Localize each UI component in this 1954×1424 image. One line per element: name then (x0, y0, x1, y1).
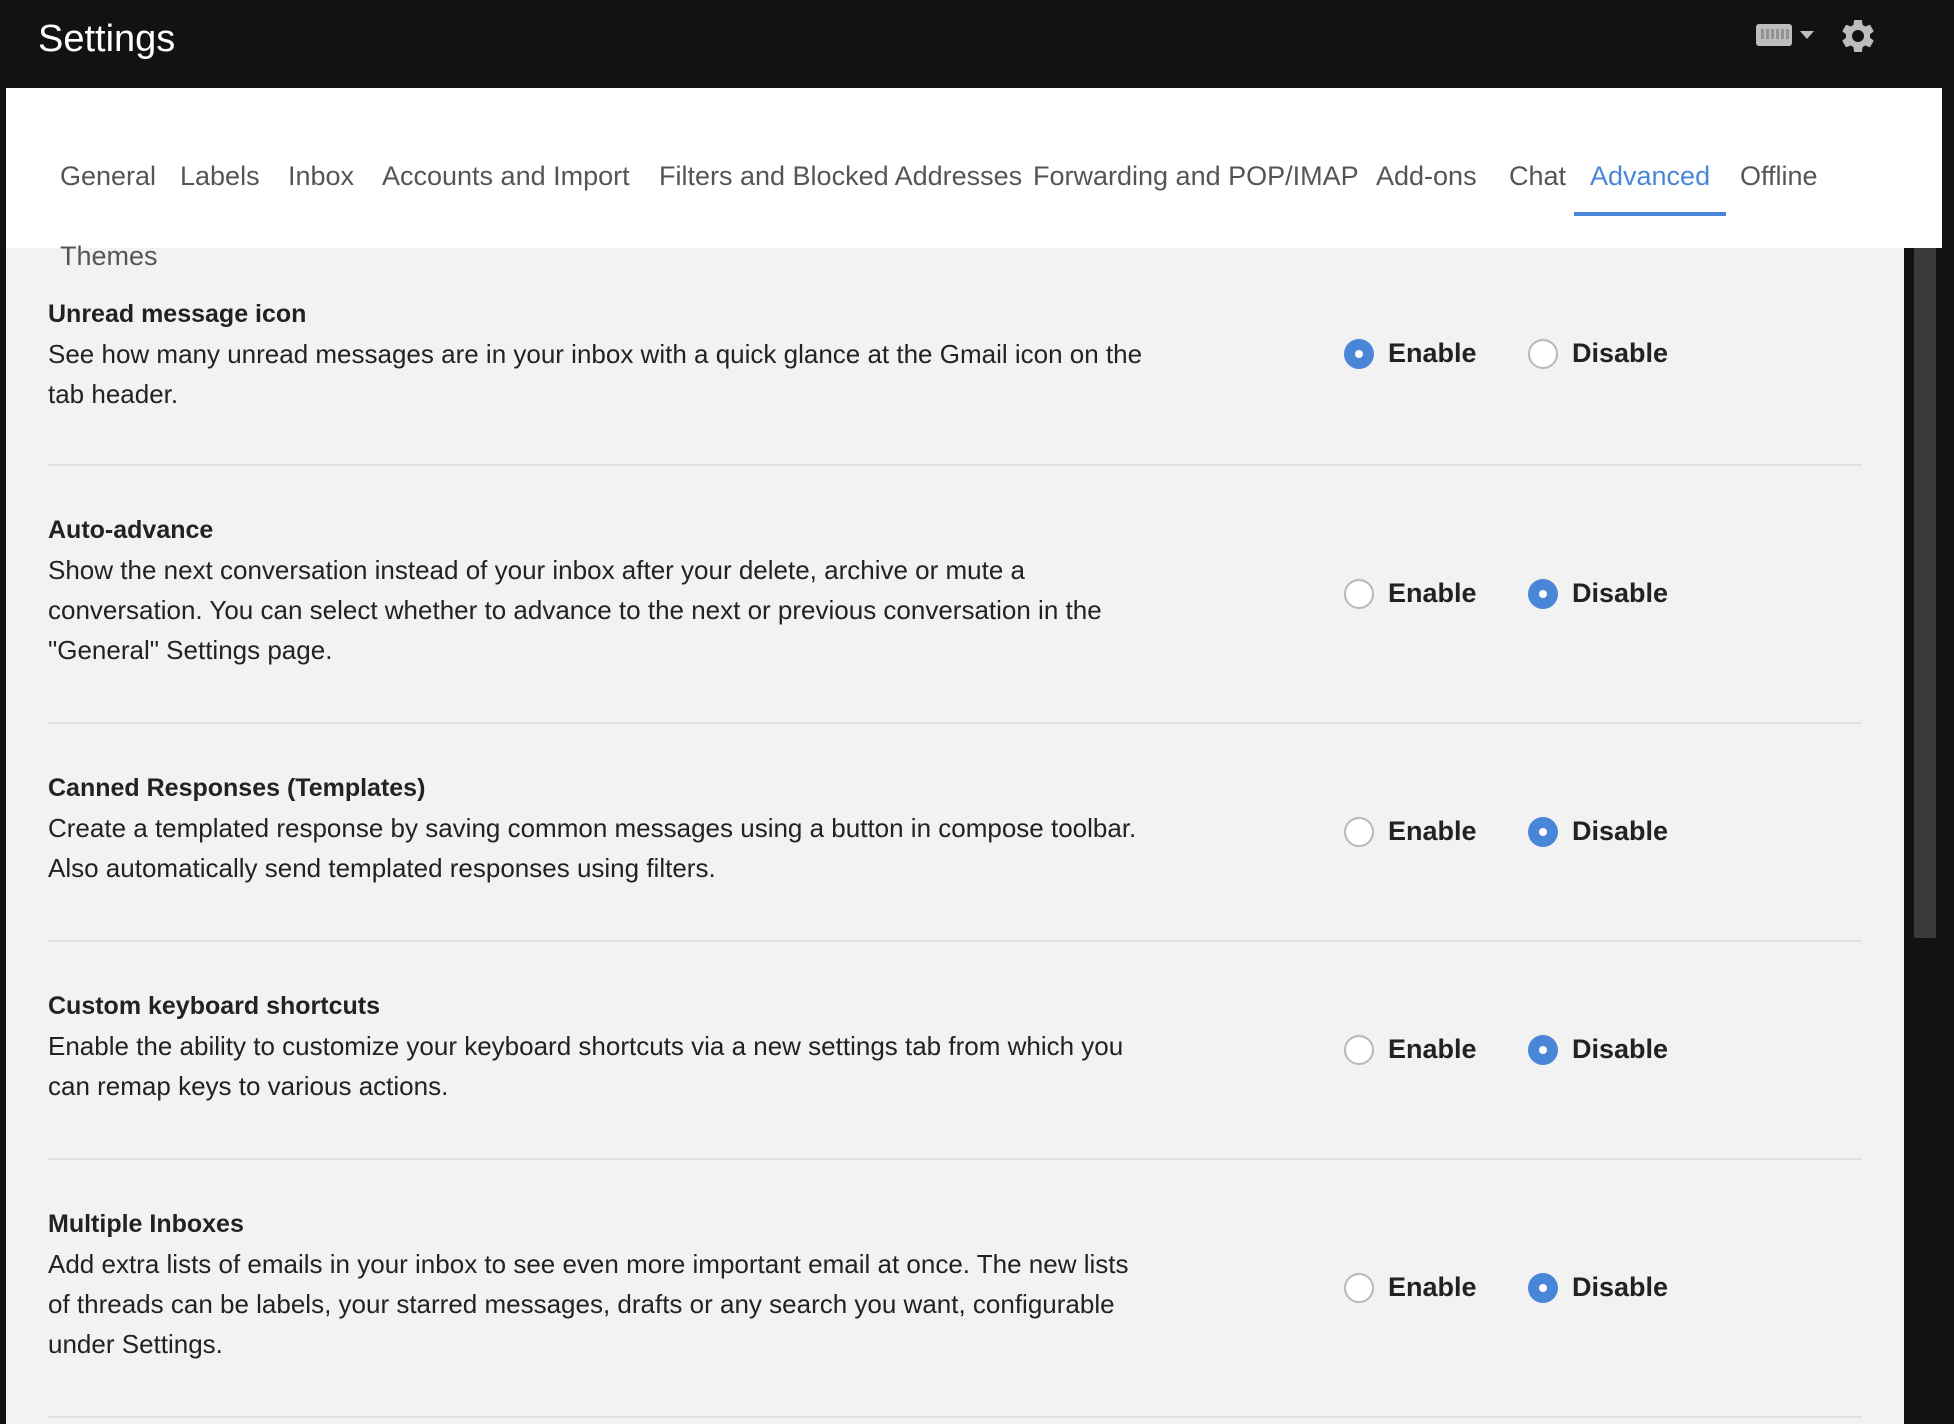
tab-add-ons[interactable]: Add-ons (1360, 136, 1493, 216)
disable-radio[interactable]: Disable (1528, 1272, 1668, 1303)
tab-advanced[interactable]: Advanced (1574, 136, 1727, 216)
enable-radio[interactable]: Enable (1344, 1272, 1477, 1303)
disable-label: Disable (1572, 578, 1669, 608)
setting-title: Auto-advance (48, 516, 214, 544)
setting-title: Custom keyboard shortcuts (48, 992, 381, 1020)
disable-radio[interactable]: Disable (1528, 578, 1668, 609)
setting-description: Add extra lists of emails in your inbox … (48, 1249, 1129, 1359)
setting-canned-responses: Canned Responses (Templates) Create a te… (48, 774, 1862, 942)
input-tools-button[interactable] (1756, 20, 1814, 50)
chevron-down-icon (1800, 31, 1814, 39)
radio-button[interactable] (1528, 338, 1558, 369)
setting-title: Canned Responses (Templates) (48, 774, 426, 802)
disable-radio[interactable]: Disable (1528, 338, 1668, 369)
tab-chat[interactable]: Chat (1493, 136, 1582, 216)
enable-label: Enable (1388, 578, 1477, 608)
tab-forwarding-and-pop-imap[interactable]: Forwarding and POP/IMAP (1017, 136, 1375, 216)
radio-button[interactable] (1344, 338, 1374, 369)
scrollbar-thumb[interactable] (1914, 248, 1936, 938)
disable-radio[interactable]: Disable (1528, 816, 1668, 847)
disable-label: Disable (1572, 338, 1669, 368)
setting-multiple-inboxes: Multiple Inboxes Add extra lists of emai… (48, 1210, 1862, 1418)
tab-themes[interactable]: Themes (44, 216, 174, 296)
setting-custom-keyboard-shortcuts: Custom keyboard shortcuts Enable the abi… (48, 992, 1862, 1160)
setting-unread-message-icon: Unread message icon See how many unread … (48, 296, 1862, 466)
radio-button[interactable] (1344, 1272, 1374, 1303)
setting-title: Multiple Inboxes (48, 1210, 244, 1238)
enable-radio[interactable]: Enable (1344, 338, 1477, 369)
tab-accounts-and-import[interactable]: Accounts and Import (366, 136, 646, 216)
gear-icon[interactable] (1838, 16, 1878, 56)
radio-button[interactable] (1344, 816, 1374, 847)
enable-radio[interactable]: Enable (1344, 578, 1477, 609)
settings-tabs: General Labels Inbox Accounts and Import… (6, 88, 1942, 271)
keyboard-icon (1756, 24, 1792, 46)
setting-auto-advance: Auto-advance Show the next conversation … (48, 516, 1862, 724)
tab-general[interactable]: General (44, 136, 172, 216)
disable-label: Disable (1572, 1272, 1669, 1302)
setting-title: Unread message icon (48, 300, 307, 328)
setting-description: See how many unread messages are in your… (48, 339, 1143, 409)
enable-label: Enable (1388, 338, 1477, 368)
disable-radio[interactable]: Disable (1528, 1034, 1668, 1065)
enable-label: Enable (1388, 816, 1477, 846)
setting-description: Create a templated response by saving co… (48, 813, 1137, 883)
radio-button[interactable] (1528, 816, 1558, 847)
enable-radio[interactable]: Enable (1344, 816, 1477, 847)
top-bar: Settings (0, 0, 1954, 88)
disable-label: Disable (1572, 816, 1669, 846)
tab-labels[interactable]: Labels (164, 136, 276, 216)
disable-label: Disable (1572, 1034, 1669, 1064)
radio-button[interactable] (1528, 578, 1558, 609)
radio-button[interactable] (1344, 1034, 1374, 1065)
radio-button[interactable] (1344, 578, 1374, 609)
enable-radio[interactable]: Enable (1344, 1034, 1477, 1065)
setting-description: Show the next conversation instead of yo… (48, 555, 1102, 665)
page-title: Settings (38, 18, 176, 60)
enable-label: Enable (1388, 1034, 1477, 1064)
tab-offline[interactable]: Offline (1724, 136, 1834, 216)
radio-button[interactable] (1528, 1034, 1558, 1065)
enable-label: Enable (1388, 1272, 1477, 1302)
tab-inbox[interactable]: Inbox (272, 136, 370, 216)
tab-filters-and-blocked-addresses[interactable]: Filters and Blocked Addresses (643, 136, 1038, 216)
radio-button[interactable] (1528, 1272, 1558, 1303)
setting-description: Enable the ability to customize your key… (48, 1031, 1124, 1101)
